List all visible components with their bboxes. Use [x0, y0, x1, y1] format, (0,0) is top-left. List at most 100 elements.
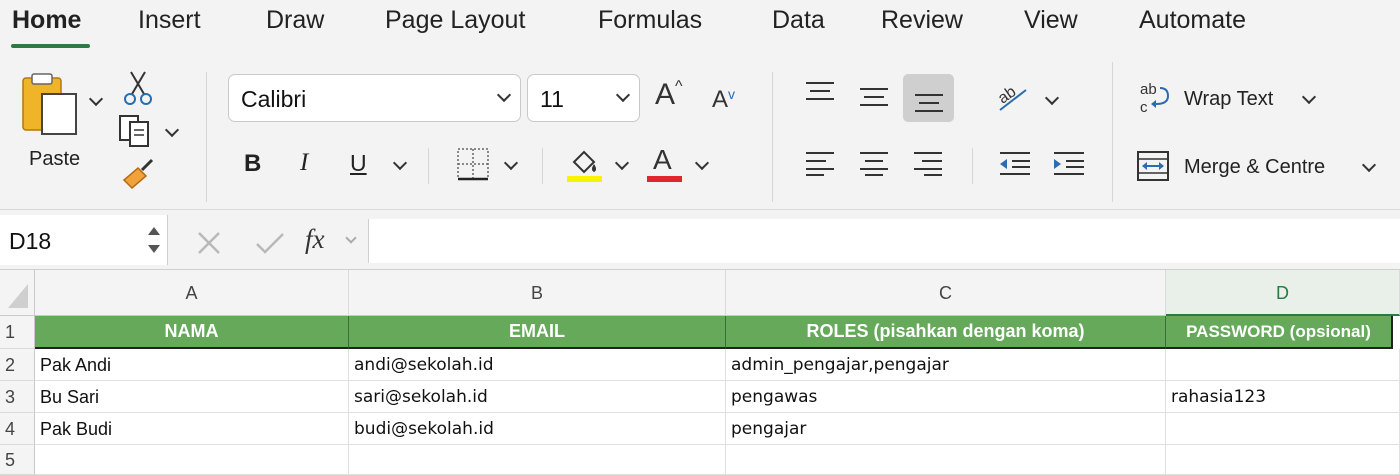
- align-center-icon[interactable]: [858, 150, 890, 176]
- tab-formulas[interactable]: Formulas: [598, 6, 702, 35]
- increase-font-size-icon[interactable]: A^: [655, 78, 683, 112]
- paste-button[interactable]: [18, 72, 88, 136]
- group-divider: [772, 72, 773, 202]
- svg-text:ab: ab: [1140, 81, 1157, 98]
- group-divider: [206, 72, 207, 202]
- cell-d2[interactable]: [1166, 349, 1400, 381]
- font-name-value: Calibri: [241, 86, 307, 112]
- cell-c1-header-roles[interactable]: ROLES (pisahkan dengan koma): [726, 316, 1166, 349]
- cell-b3[interactable]: sari@sekolah.id: [349, 381, 726, 413]
- cell-a3[interactable]: Bu Sari: [35, 381, 349, 413]
- wrap-text-button[interactable]: ab c Wrap Text: [1136, 80, 1336, 116]
- merge-centre-button[interactable]: Merge & Centre: [1136, 148, 1386, 184]
- font-size-select[interactable]: 11: [527, 74, 640, 122]
- format-painter-brush-icon[interactable]: [120, 158, 156, 192]
- borders-chevron-icon[interactable]: [503, 155, 519, 171]
- paste-label: Paste: [29, 148, 81, 170]
- cell-d4[interactable]: [1166, 413, 1400, 445]
- insert-function-fx-icon[interactable]: fx: [305, 224, 325, 255]
- cell-a1-header-nama[interactable]: NAMA: [35, 316, 349, 349]
- tab-automate[interactable]: Automate: [1139, 6, 1246, 35]
- italic-button[interactable]: I: [300, 149, 308, 177]
- cell-a2[interactable]: Pak Andi: [35, 349, 349, 381]
- column-header-b[interactable]: B: [349, 270, 726, 316]
- formula-bar: D18 fx: [0, 209, 1400, 270]
- tab-draw[interactable]: Draw: [266, 6, 324, 35]
- decrease-font-size-icon[interactable]: Av: [712, 86, 735, 114]
- column-header-d[interactable]: D: [1166, 270, 1400, 316]
- font-color-chevron-icon[interactable]: [694, 155, 710, 171]
- cell-c2[interactable]: admin_pengajar,pengajar: [726, 349, 1166, 381]
- cell-a4[interactable]: Pak Budi: [35, 413, 349, 445]
- cell-c3[interactable]: pengawas: [726, 381, 1166, 413]
- font-name-select[interactable]: Calibri: [228, 74, 521, 122]
- cancel-entry-x-icon[interactable]: [196, 230, 222, 256]
- ribbon-tabs: Home Insert Draw Page Layout Formulas Da…: [0, 0, 1400, 52]
- paste-icon: [22, 73, 77, 135]
- fill-color-bucket-icon[interactable]: [566, 144, 604, 184]
- row-header-1[interactable]: 1: [0, 316, 35, 349]
- increase-indent-icon[interactable]: [1052, 150, 1086, 176]
- tab-insert[interactable]: Insert: [138, 6, 201, 35]
- tab-page-layout[interactable]: Page Layout: [385, 6, 525, 35]
- column-header-a[interactable]: A: [35, 270, 349, 316]
- group-divider: [542, 148, 543, 184]
- wrap-text-label: Wrap Text: [1184, 88, 1274, 110]
- svg-text:c: c: [1140, 99, 1148, 116]
- cell-b2[interactable]: andi@sekolah.id: [349, 349, 726, 381]
- tab-home[interactable]: Home: [12, 6, 81, 35]
- align-right-icon[interactable]: [912, 150, 944, 176]
- spreadsheet-grid: A B C D 1 2 3 4 5 NAMA EMAIL ROLES (pisa…: [0, 270, 1400, 475]
- confirm-entry-check-icon[interactable]: [254, 230, 286, 256]
- copy-dropdown-chevron-icon[interactable]: [164, 122, 180, 138]
- name-box-stepper-icon[interactable]: [146, 223, 162, 257]
- cell-d5[interactable]: [1166, 445, 1400, 475]
- tab-view[interactable]: View: [1024, 6, 1078, 35]
- cell-b1-header-email[interactable]: EMAIL: [349, 316, 726, 349]
- paste-dropdown-chevron-icon[interactable]: [88, 91, 104, 107]
- row-header-2[interactable]: 2: [0, 349, 35, 381]
- cut-scissors-icon[interactable]: [122, 70, 154, 106]
- row-header-5[interactable]: 5: [0, 445, 35, 475]
- cell-d1-header-password[interactable]: PASSWORD (opsional): [1166, 316, 1393, 349]
- ribbon-home: Paste Calibri 11 A^ Av B I U A ab ab c W…: [0, 52, 1400, 209]
- align-bottom-icon: [915, 94, 943, 112]
- merge-centre-label: Merge & Centre: [1184, 156, 1326, 178]
- tab-data[interactable]: Data: [772, 6, 825, 35]
- fill-color-chevron-icon[interactable]: [614, 155, 630, 171]
- underline-button[interactable]: U: [350, 150, 367, 177]
- cell-b5[interactable]: [349, 445, 726, 475]
- tab-review[interactable]: Review: [881, 6, 963, 35]
- borders-icon[interactable]: [456, 147, 490, 181]
- name-box[interactable]: D18: [0, 215, 168, 265]
- column-header-c[interactable]: C: [726, 270, 1166, 316]
- underline-chevron-icon[interactable]: [392, 155, 408, 171]
- merge-centre-chevron-icon: [1361, 157, 1377, 173]
- bold-button[interactable]: B: [244, 150, 261, 178]
- text-orientation-chevron-icon[interactable]: [1044, 90, 1060, 106]
- merge-centre-icon: [1137, 151, 1169, 181]
- wrap-text-icon: ab c: [1140, 81, 1170, 116]
- cell-c5[interactable]: [726, 445, 1166, 475]
- font-name-chevron-icon: [496, 87, 512, 103]
- font-color-button[interactable]: A: [647, 144, 683, 184]
- align-bottom-button[interactable]: [903, 74, 954, 122]
- text-orientation-icon[interactable]: ab: [996, 80, 1032, 114]
- formula-input[interactable]: [368, 219, 1400, 263]
- cell-a5[interactable]: [35, 445, 349, 475]
- cell-d3[interactable]: rahasia123: [1166, 381, 1400, 413]
- font-size-value: 11: [540, 86, 564, 112]
- font-color-a-icon: A: [653, 144, 672, 175]
- copy-icon[interactable]: [118, 114, 154, 148]
- align-left-icon[interactable]: [804, 150, 836, 176]
- align-middle-icon[interactable]: [858, 86, 890, 112]
- function-dropdown-chevron-icon[interactable]: [345, 232, 357, 244]
- font-color-swatch: [647, 176, 682, 182]
- row-header-3[interactable]: 3: [0, 381, 35, 413]
- cell-b4[interactable]: budi@sekolah.id: [349, 413, 726, 445]
- decrease-indent-icon[interactable]: [998, 150, 1032, 176]
- align-top-icon[interactable]: [804, 80, 836, 106]
- select-all-corner[interactable]: [0, 270, 35, 316]
- cell-c4[interactable]: pengajar: [726, 413, 1166, 445]
- row-header-4[interactable]: 4: [0, 413, 35, 445]
